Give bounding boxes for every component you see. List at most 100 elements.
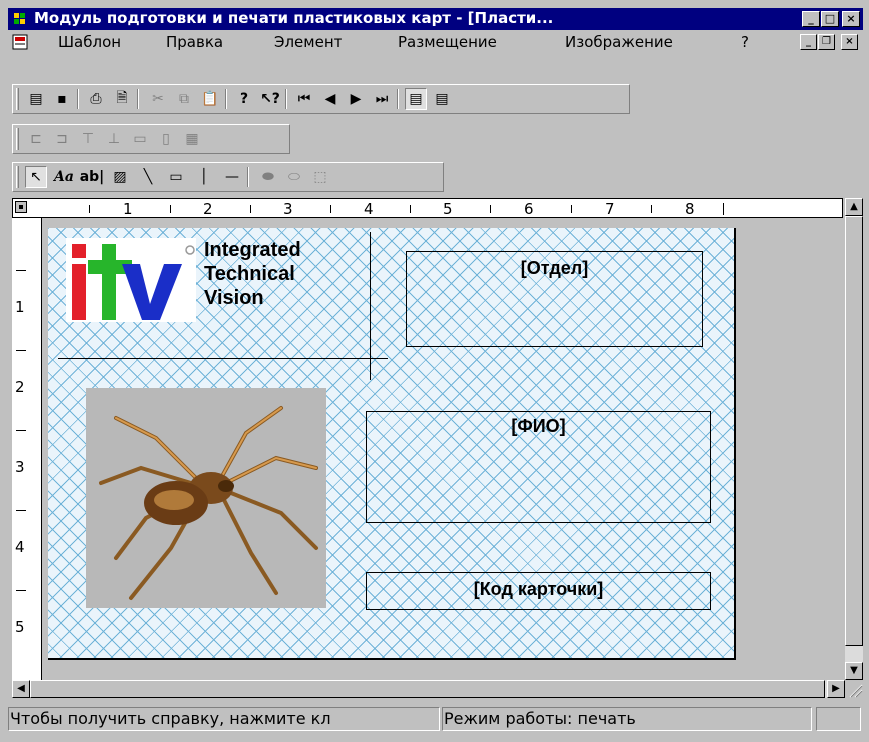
ruler-tick bbox=[89, 205, 90, 213]
image-tool-icon[interactable]: ▨ bbox=[109, 166, 131, 188]
ruler-number: 3 bbox=[15, 458, 25, 476]
print-preview-icon[interactable]: 🗎 bbox=[111, 88, 133, 110]
horizontal-line-tool-icon[interactable]: — bbox=[221, 166, 243, 188]
menu-layout[interactable]: Размещение bbox=[398, 33, 497, 51]
status-extra-panel bbox=[816, 707, 861, 731]
toolbar-grip[interactable] bbox=[16, 128, 19, 150]
context-help-icon[interactable]: ↖? bbox=[259, 88, 281, 110]
minimize-button[interactable]: _ bbox=[802, 11, 820, 27]
same-size-icon[interactable]: ▦ bbox=[181, 128, 203, 150]
menu-template[interactable]: Шаблон bbox=[58, 33, 121, 51]
ruler-number: 4 bbox=[364, 200, 374, 218]
separator bbox=[225, 89, 227, 109]
ruler-tick bbox=[16, 510, 26, 511]
window-title: Модуль подготовки и печати пластиковых к… bbox=[34, 9, 554, 27]
menu-image[interactable]: Изображение bbox=[565, 33, 673, 51]
cut-icon[interactable]: ✂ bbox=[147, 88, 169, 110]
ruler-end-marker bbox=[723, 203, 724, 215]
group-icon[interactable]: ⬚ bbox=[309, 166, 331, 188]
align-right-icon[interactable]: ⊐ bbox=[51, 128, 73, 150]
vertical-line-tool-icon[interactable]: │ bbox=[193, 166, 215, 188]
card-template[interactable]: Integrated Technical Vision [Отдел] [ФИО… bbox=[48, 228, 736, 660]
size-grip-icon[interactable] bbox=[845, 680, 863, 698]
logo-text-line-1: Integrated bbox=[204, 239, 301, 261]
main-toolbar: ▤ ▪ ⎙ 🗎 ✂ ⧉ 📋 ? ↖? ⏮ ◀ ▶ ⏭ ▤ ▤ bbox=[12, 84, 630, 114]
ruler-tick bbox=[16, 350, 26, 351]
line-tool-icon[interactable]: ╲ bbox=[137, 166, 159, 188]
ruler-number: 5 bbox=[443, 200, 453, 218]
status-help-text: Чтобы получить справку, нажмите кл bbox=[8, 707, 440, 731]
prev-record-icon[interactable]: ◀ bbox=[319, 88, 341, 110]
scroll-down-button[interactable]: ▼ bbox=[845, 662, 863, 680]
mdi-minimize-button[interactable]: _ bbox=[800, 34, 817, 50]
help-icon[interactable]: ? bbox=[233, 88, 255, 110]
new-template-icon[interactable]: ▤ bbox=[25, 88, 47, 110]
ruler-corner[interactable] bbox=[15, 201, 27, 213]
ruler-tick bbox=[330, 205, 331, 213]
ruler-number: 7 bbox=[605, 200, 615, 218]
align-toolbar: ⊏ ⊐ ⊤ ⊥ ▭ ▯ ▦ bbox=[12, 124, 290, 154]
align-top-icon[interactable]: ⊤ bbox=[77, 128, 99, 150]
status-bar: Чтобы получить справку, нажмите кл Режим… bbox=[8, 700, 863, 734]
ruler-tick bbox=[16, 430, 26, 431]
paste-icon[interactable]: 📋 bbox=[199, 88, 221, 110]
toolbar-grip[interactable] bbox=[16, 166, 19, 188]
mdi-restore-button[interactable]: ❐ bbox=[818, 34, 835, 50]
vertical-ruler: 1 2 3 4 5 bbox=[12, 218, 42, 680]
scroll-right-button[interactable]: ▶ bbox=[827, 680, 845, 698]
next-record-icon[interactable]: ▶ bbox=[345, 88, 367, 110]
design-workspace[interactable]: Integrated Technical Vision [Отдел] [ФИО… bbox=[42, 218, 845, 680]
ruler-number: 5 bbox=[15, 618, 25, 636]
send-backward-icon[interactable]: ⬭ bbox=[283, 166, 305, 188]
ruler-tick bbox=[410, 205, 411, 213]
field-tool-icon[interactable]: ab| bbox=[80, 166, 105, 188]
card-code-field[interactable]: [Код карточки] bbox=[366, 572, 711, 610]
menu-help[interactable]: ? bbox=[741, 33, 749, 51]
last-record-icon[interactable]: ⏭ bbox=[371, 88, 393, 110]
first-record-icon[interactable]: ⏮ bbox=[293, 88, 315, 110]
print-icon[interactable]: ⎙ bbox=[85, 88, 107, 110]
maximize-button[interactable]: □ bbox=[821, 11, 839, 27]
scroll-thumb-horizontal[interactable] bbox=[30, 680, 825, 698]
full-name-field[interactable]: [ФИО] bbox=[366, 411, 711, 523]
logo-text-line-2: Technical bbox=[204, 263, 295, 285]
align-bottom-icon[interactable]: ⊥ bbox=[103, 128, 125, 150]
scroll-up-button[interactable]: ▲ bbox=[845, 198, 863, 216]
vertical-scrollbar[interactable]: ▲ ▼ bbox=[845, 198, 863, 680]
text-tool-icon[interactable]: Aa bbox=[53, 166, 75, 188]
department-field[interactable]: [Отдел] bbox=[406, 251, 703, 347]
menu-edit[interactable]: Правка bbox=[166, 33, 223, 51]
close-button[interactable]: × bbox=[842, 11, 860, 27]
scroll-thumb-vertical[interactable] bbox=[845, 216, 863, 646]
ruler-tick bbox=[250, 205, 251, 213]
separator bbox=[247, 167, 249, 187]
bring-forward-icon[interactable]: ⬬ bbox=[257, 166, 279, 188]
page-front-icon[interactable]: ▤ bbox=[405, 88, 427, 110]
menu-element[interactable]: Элемент bbox=[274, 33, 342, 51]
toolbar-grip[interactable] bbox=[16, 88, 19, 110]
ruler-number: 2 bbox=[203, 200, 213, 218]
align-left-icon[interactable]: ⊏ bbox=[25, 128, 47, 150]
rectangle-tool-icon[interactable]: ▭ bbox=[165, 166, 187, 188]
separator bbox=[77, 89, 79, 109]
title-bar[interactable]: Модуль подготовки и печати пластиковых к… bbox=[8, 8, 863, 30]
horizontal-divider-line[interactable] bbox=[58, 358, 388, 359]
separator bbox=[397, 89, 399, 109]
same-height-icon[interactable]: ▯ bbox=[155, 128, 177, 150]
save-icon[interactable]: ▪ bbox=[51, 88, 73, 110]
logo-text-line-3: Vision bbox=[204, 287, 264, 309]
spider-photo[interactable] bbox=[86, 388, 326, 608]
mdi-close-button[interactable]: × bbox=[841, 34, 858, 50]
pointer-icon[interactable]: ↖ bbox=[25, 166, 47, 188]
horizontal-scrollbar[interactable]: ◀ ▶ bbox=[12, 680, 845, 698]
menu-bar: Шаблон Правка Элемент Размещение Изображ… bbox=[8, 30, 863, 54]
itv-logo bbox=[66, 238, 196, 322]
page-back-icon[interactable]: ▤ bbox=[431, 88, 453, 110]
ruler-number: 8 bbox=[685, 200, 695, 218]
same-width-icon[interactable]: ▭ bbox=[129, 128, 151, 150]
separator bbox=[137, 89, 139, 109]
ruler-number: 1 bbox=[15, 298, 25, 316]
document-icon[interactable] bbox=[12, 34, 28, 50]
scroll-left-button[interactable]: ◀ bbox=[12, 680, 30, 698]
copy-icon[interactable]: ⧉ bbox=[173, 88, 195, 110]
